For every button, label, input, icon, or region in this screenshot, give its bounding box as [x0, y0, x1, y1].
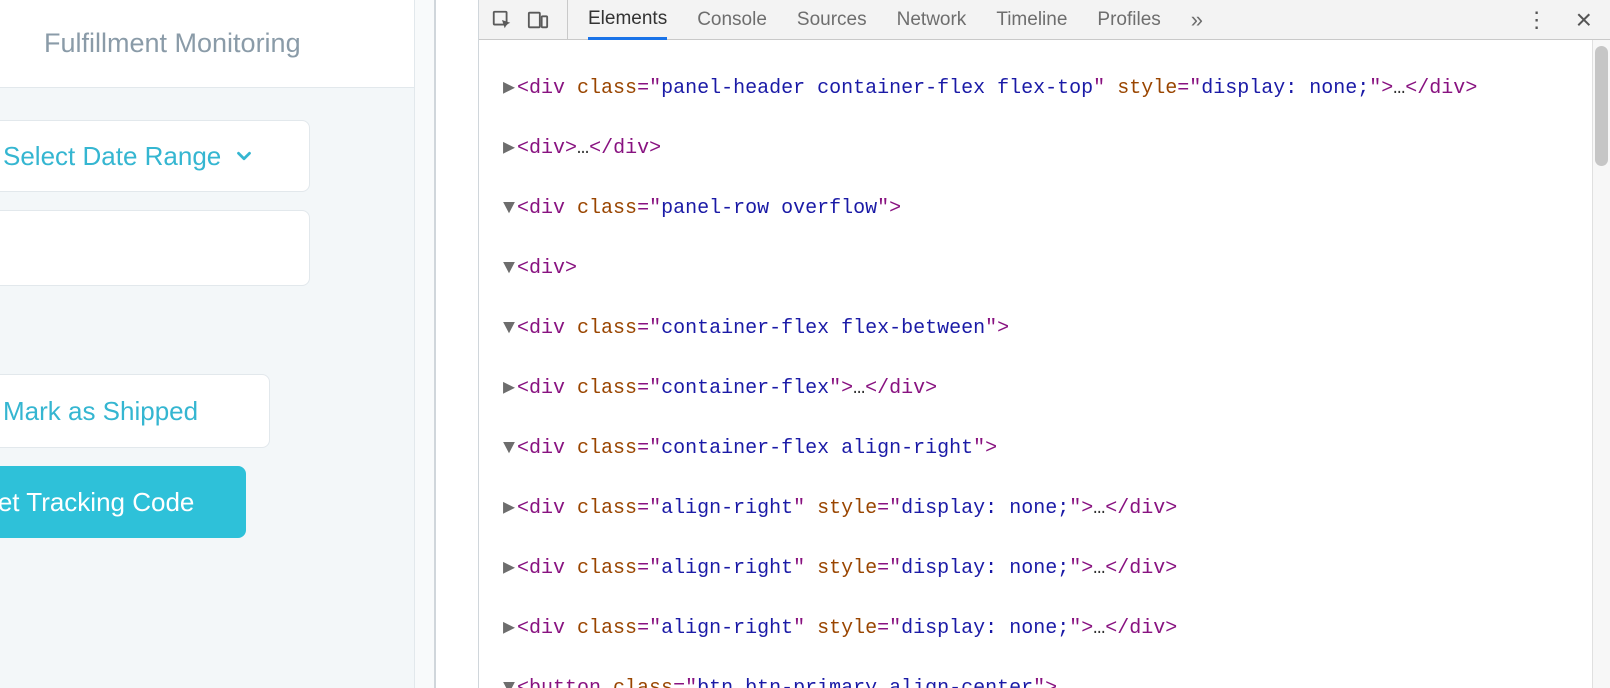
mark-shipped-label: Mark as Shipped: [3, 396, 198, 426]
tab-profiles-label: Profiles: [1097, 9, 1160, 31]
devtools-tabs: Elements Console Sources Network Timelin…: [568, 0, 1526, 39]
collapse-arrow-icon[interactable]: ▼: [501, 314, 517, 344]
expand-arrow-icon[interactable]: ▶: [501, 134, 517, 164]
dom-node[interactable]: ▼<div class="container-flex align-right"…: [479, 434, 1610, 464]
get-tracking-label-wrap: Get Tracking Code: [0, 487, 194, 518]
dom-tree[interactable]: ▶<div class="panel-header container-flex…: [479, 40, 1610, 688]
tab-elements[interactable]: Elements: [588, 1, 667, 40]
dom-node[interactable]: ▶<div class="container-flex">…</div>: [479, 374, 1610, 404]
tab-sources-label: Sources: [797, 9, 867, 31]
expand-arrow-icon[interactable]: ▶: [501, 374, 517, 404]
expand-arrow-icon[interactable]: ▶: [501, 494, 517, 524]
devtools-scrollbar-thumb[interactable]: [1595, 46, 1608, 166]
close-icon: ×: [1576, 4, 1592, 35]
devtools-toolbar: Elements Console Sources Network Timelin…: [479, 0, 1610, 40]
dom-node[interactable]: ▼<div class="panel-row overflow">: [479, 194, 1610, 224]
get-tracking-label: Get Tracking Code: [0, 487, 194, 517]
tab-console-label: Console: [697, 9, 767, 31]
devtools-panel: Elements Console Sources Network Timelin…: [479, 0, 1610, 688]
collapse-arrow-icon[interactable]: ▼: [501, 674, 517, 688]
mark-shipped-button[interactable]: Mark as Shipped: [3, 396, 198, 427]
expand-arrow-icon[interactable]: ▶: [501, 614, 517, 644]
date-range-label: Select Date Range: [3, 141, 221, 172]
devtools-close-button[interactable]: ×: [1576, 4, 1592, 36]
mark-shipped-card: Mark as Shipped: [0, 374, 270, 448]
tab-console[interactable]: Console: [697, 0, 767, 39]
date-range-card: Select Date Range: [0, 120, 310, 192]
dom-node[interactable]: ▶<div class="align-right" style="display…: [479, 494, 1610, 524]
collapse-arrow-icon[interactable]: ▼: [501, 434, 517, 464]
tab-elements-label: Elements: [588, 8, 667, 30]
spacer: [0, 304, 434, 374]
date-range-select[interactable]: Select Date Range: [3, 141, 255, 172]
app-body: Select Date Range Mark as Shipped Get Tr…: [0, 120, 434, 538]
page-title-text: Fulfillment Monitoring: [44, 28, 301, 59]
chevron-down-icon: [233, 145, 255, 167]
tab-profiles[interactable]: Profiles: [1097, 0, 1160, 39]
dom-node[interactable]: ▼<button class="btn btn-primary align-ce…: [479, 674, 1610, 688]
collapse-arrow-icon[interactable]: ▼: [501, 194, 517, 224]
empty-card: [0, 210, 310, 286]
dom-node[interactable]: ▶<div class="panel-header container-flex…: [479, 74, 1610, 104]
expand-arrow-icon[interactable]: ▶: [501, 74, 517, 104]
tab-sources[interactable]: Sources: [797, 0, 867, 39]
get-tracking-button[interactable]: Get Tracking Code: [0, 466, 246, 538]
app-scrollbar[interactable]: [414, 0, 434, 688]
tabs-overflow-button[interactable]: »: [1191, 7, 1203, 33]
collapse-arrow-icon[interactable]: ▼: [501, 254, 517, 284]
devtools-icon-group: [491, 0, 568, 39]
tab-network-label: Network: [897, 9, 967, 31]
dom-node[interactable]: ▶<div>…</div>: [479, 134, 1610, 164]
kebab-icon: ⋮: [1526, 7, 1548, 32]
devtools-scrollbar[interactable]: [1592, 40, 1610, 688]
tab-network[interactable]: Network: [897, 0, 967, 39]
devtools-menu-button[interactable]: ⋮: [1526, 7, 1548, 33]
expand-arrow-icon[interactable]: ▶: [501, 554, 517, 584]
tab-timeline-label: Timeline: [996, 9, 1067, 31]
dom-node[interactable]: ▶<div class="align-right" style="display…: [479, 614, 1610, 644]
tab-timeline[interactable]: Timeline: [996, 0, 1067, 39]
tabs-overflow-glyph: »: [1191, 7, 1203, 32]
device-toolbar-icon[interactable]: [527, 9, 549, 31]
devtools-toolbar-right: ⋮ ×: [1526, 4, 1598, 36]
app-panel: Fulfillment Monitoring Select Date Range…: [0, 0, 435, 688]
dom-node[interactable]: ▼<div class="container-flex flex-between…: [479, 314, 1610, 344]
dom-node[interactable]: ▼<div>: [479, 254, 1610, 284]
vertical-divider: [435, 0, 479, 688]
dom-node[interactable]: ▶<div class="align-right" style="display…: [479, 554, 1610, 584]
inspect-element-icon[interactable]: [491, 9, 513, 31]
page-title: Fulfillment Monitoring: [0, 0, 434, 88]
